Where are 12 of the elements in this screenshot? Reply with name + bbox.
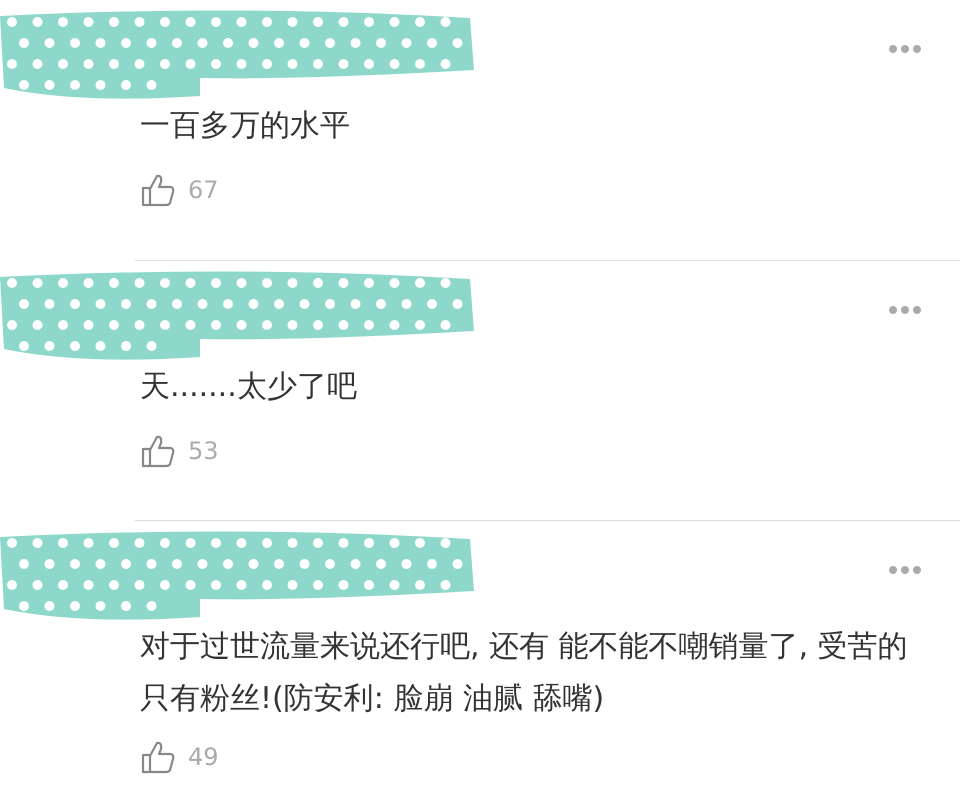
more-icon[interactable]	[888, 305, 922, 315]
thumbs-up-icon[interactable]	[140, 172, 176, 208]
thumbs-up-icon[interactable]	[140, 739, 176, 775]
thumbs-up-icon[interactable]	[140, 433, 176, 469]
comment-text: 一百多万的水平	[140, 107, 351, 145]
comment-text: 对于过世流量来说还行吧, 还有 能不能不嘲销量了, 受苦的只有粉丝!(防安利: 脸崩 油腻 舔嘴)	[140, 628, 909, 718]
more-icon[interactable]	[888, 44, 922, 54]
like-count: 67	[188, 176, 219, 204]
like-count: 53	[188, 437, 219, 465]
comment-text: 天.......太少了吧	[140, 368, 358, 406]
like-count: 49	[188, 743, 219, 771]
more-icon[interactable]	[888, 565, 922, 575]
